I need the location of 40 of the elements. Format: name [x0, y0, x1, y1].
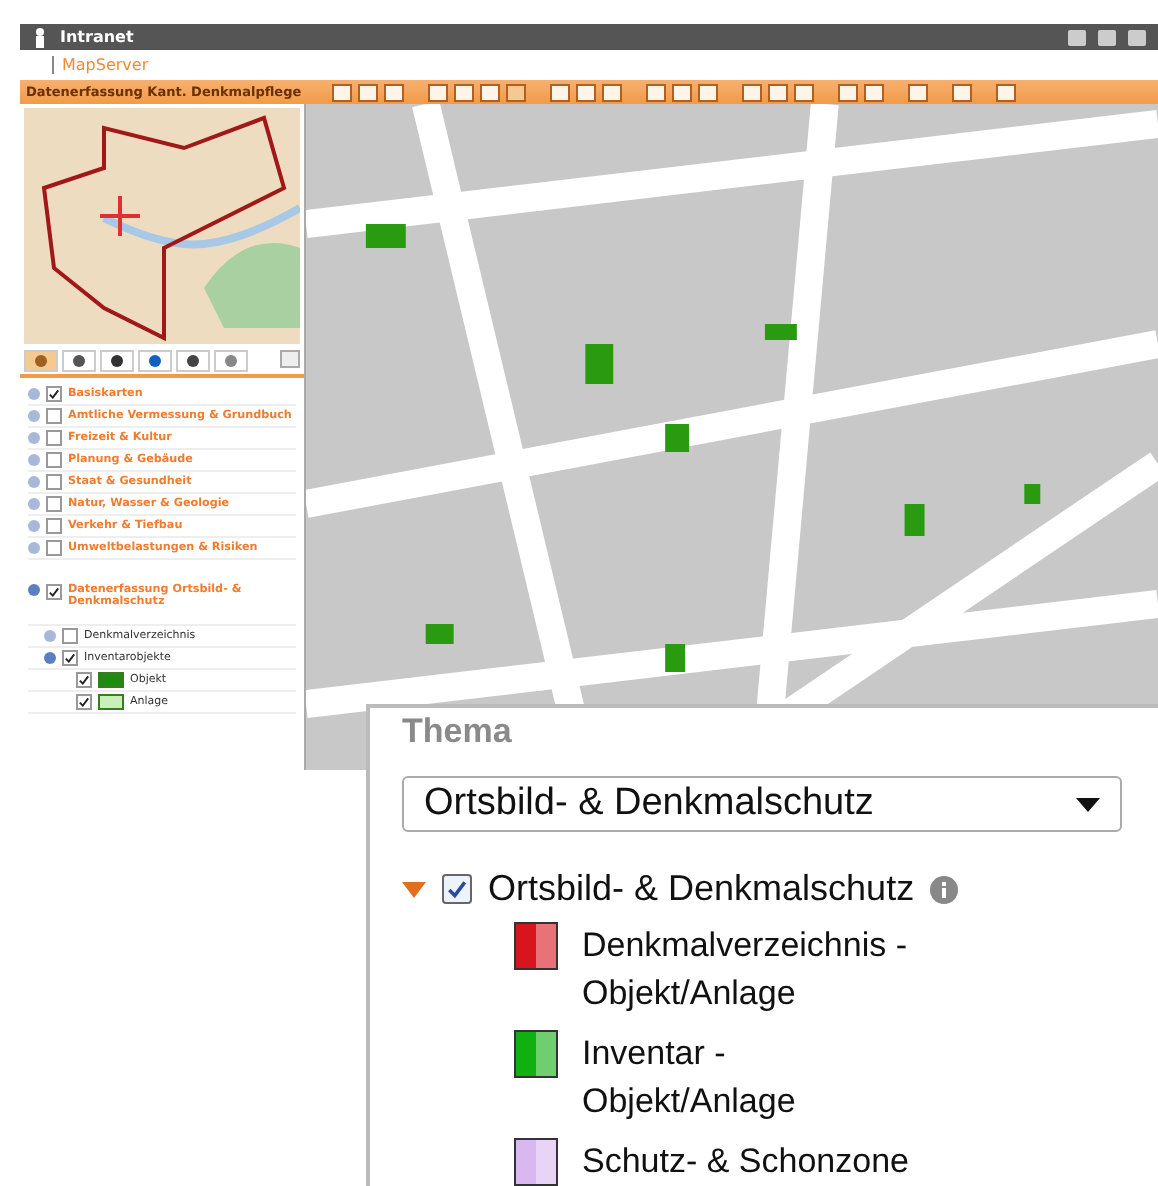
checkbox[interactable]	[46, 386, 62, 402]
tool-button[interactable]	[908, 83, 928, 101]
legend-label: Denkmalverzeichnis - Objekt/Anlage	[582, 924, 907, 1016]
checkbox[interactable]	[46, 496, 62, 512]
expand-toggle[interactable]	[28, 542, 40, 554]
panel-tab[interactable]	[138, 350, 172, 372]
checkbox[interactable]	[46, 408, 62, 424]
checkbox[interactable]	[46, 430, 62, 446]
panel-tab[interactable]	[176, 350, 210, 372]
app-subtitle: MapServer	[52, 56, 149, 74]
expand-toggle[interactable]	[28, 584, 40, 596]
tool-button[interactable]	[996, 83, 1016, 101]
dropdown-caret-icon	[1076, 797, 1100, 811]
legend-label: Schutz- & Schonzone	[582, 1140, 909, 1184]
checkbox[interactable]	[76, 672, 92, 688]
theme-select[interactable]: Ortsbild- & Denkmalschutz	[402, 776, 1122, 832]
tool-button[interactable]	[952, 83, 972, 101]
checkbox[interactable]	[46, 540, 62, 556]
expand-toggle[interactable]	[28, 476, 40, 488]
legend-label: Inventar - Objekt/Anlage	[582, 1032, 796, 1124]
checkbox[interactable]	[46, 474, 62, 490]
app-title: Intranet	[60, 28, 136, 46]
panel-tab[interactable]	[62, 350, 96, 372]
checkbox[interactable]	[76, 694, 92, 710]
checkbox[interactable]	[46, 518, 62, 534]
expand-caret-icon[interactable]	[402, 881, 426, 897]
theme-label: Ortsbild- & Denkmalschutz	[488, 868, 915, 910]
panel-tab[interactable]	[100, 350, 134, 372]
expand-toggle[interactable]	[28, 520, 40, 532]
checkbox[interactable]	[46, 584, 62, 600]
expand-toggle[interactable]	[28, 432, 40, 444]
theme-checkbox[interactable]	[442, 874, 472, 904]
expand-toggle[interactable]	[28, 410, 40, 422]
expand-toggle[interactable]	[28, 454, 40, 466]
panel-heading: Thema	[402, 712, 514, 752]
expand-toggle[interactable]	[28, 498, 40, 510]
expand-toggle[interactable]	[28, 388, 40, 400]
checkbox[interactable]	[62, 650, 78, 666]
checkbox[interactable]	[62, 628, 78, 644]
checkbox[interactable]	[46, 452, 62, 468]
